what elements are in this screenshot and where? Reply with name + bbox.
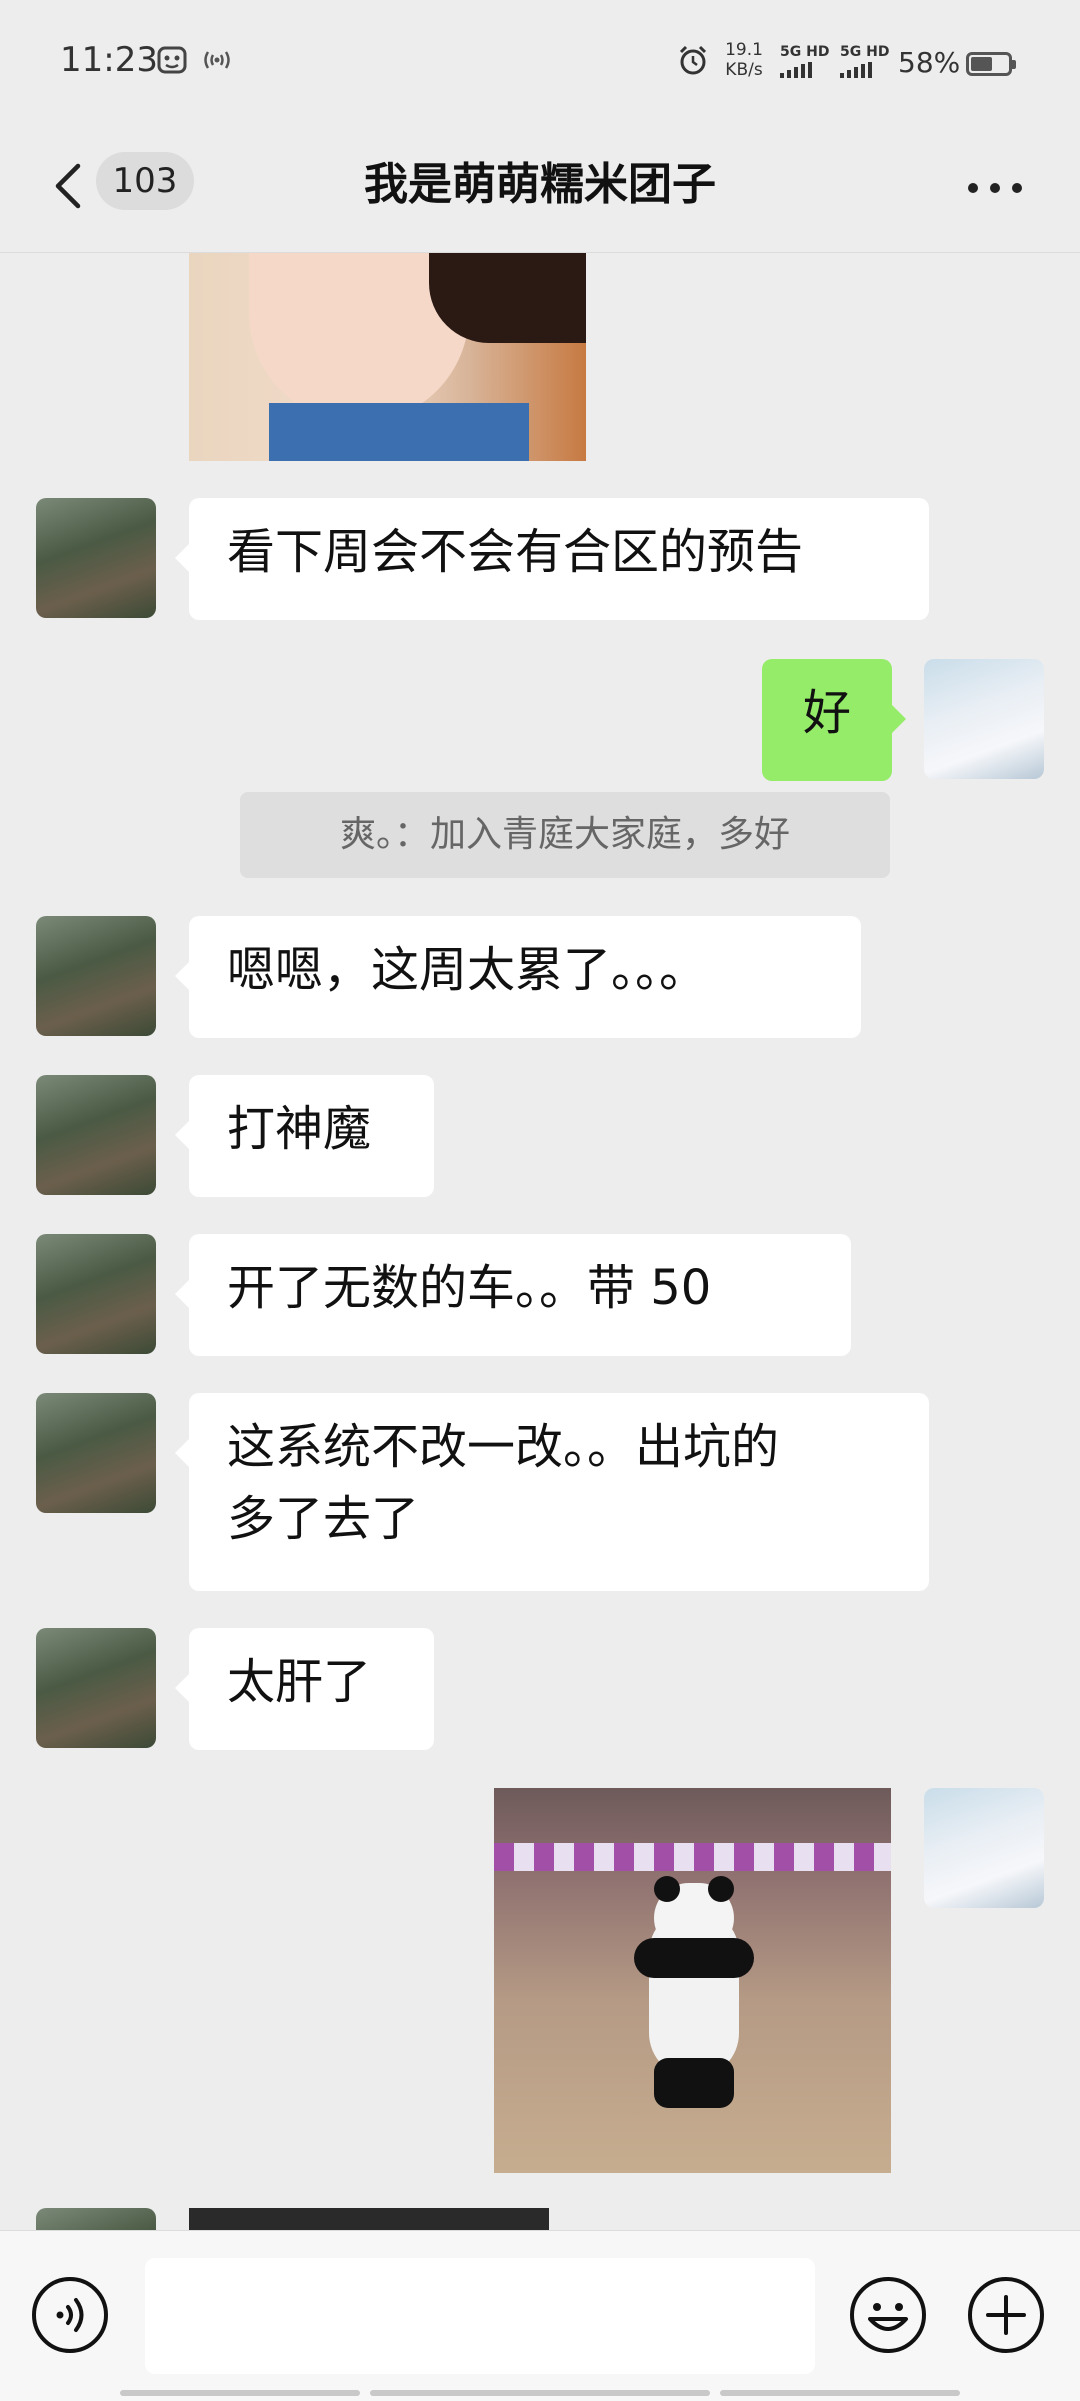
voice-icon[interactable] [30,2275,110,2355]
message-bubble[interactable]: 这系统不改一改。。出坑的 多了去了 [175,1393,929,1591]
gesture-navigation-bar [0,2386,1080,2400]
gesture-segment [120,2390,360,2396]
message-bubble[interactable]: 开了无数的车。。带 50 [175,1234,851,1356]
unread-count-badge[interactable]: 103 [96,152,194,210]
battery-fill [971,57,992,71]
alarm-icon [679,45,707,75]
hotspot-icon [204,51,230,69]
battery-icon [966,52,1016,76]
emoji-icon[interactable] [848,2275,928,2355]
avatar[interactable] [36,498,156,618]
image-message[interactable] [189,2208,549,2230]
message-bubble[interactable]: 嗯嗯，这周太累了。。。 [175,916,861,1038]
avatar[interactable] [36,1628,156,1748]
back-chevron-icon[interactable] [40,156,100,216]
image-message[interactable] [189,253,586,461]
net-speed: 19.1 KB/s [725,40,763,80]
gesture-segment [720,2390,960,2396]
system-message: 爽。：加入青庭大家庭，多好 [240,792,890,878]
signal-icon: 5G HD [780,44,838,78]
plus-icon[interactable] [966,2275,1046,2355]
avatar[interactable] [36,2208,156,2230]
message-bubble[interactable]: 看下周会不会有合区的预告 [175,498,929,620]
message-input[interactable] [145,2258,815,2374]
status-bar: 11:23 19.1 KB/s 5G HD 5G HD 58% [0,0,1080,120]
image-message[interactable] [494,1788,891,2173]
screen-record-icon [157,46,187,74]
message-bubble[interactable]: 太肝了 [175,1628,434,1750]
chat-header: 103 我是萌萌糯米团子 [0,120,1080,253]
battery-text: 58% [898,46,961,79]
signal-icon: 5G HD [840,44,898,78]
message-bubble[interactable]: 好 [762,659,906,781]
avatar[interactable] [36,916,156,1036]
input-bar [0,2230,1080,2401]
more-dots-icon[interactable] [950,156,1040,216]
avatar[interactable] [924,1788,1044,1908]
chat-title: 我是萌萌糯米团子 [364,159,716,210]
status-time: 11:23 [60,40,158,80]
message-bubble[interactable]: 打神魔 [175,1075,434,1197]
avatar[interactable] [36,1393,156,1513]
chat-message-list[interactable]: 看下周会不会有合区的预告 好 爽。：加入青庭大家庭，多好 嗯嗯，这周太累了。。。… [0,253,1080,2230]
gesture-segment [370,2390,710,2396]
avatar[interactable] [924,659,1044,779]
avatar[interactable] [36,1234,156,1354]
avatar[interactable] [36,1075,156,1195]
